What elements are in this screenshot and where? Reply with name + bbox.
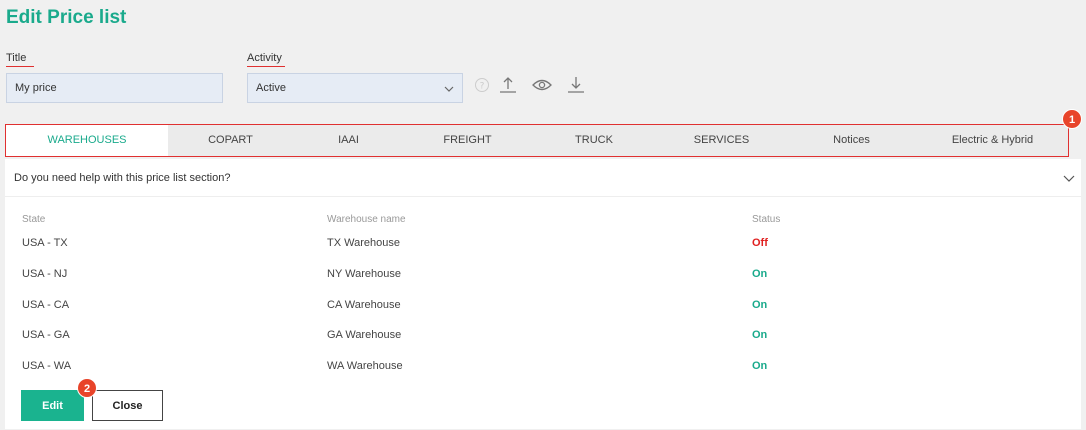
status-cell: On	[752, 299, 768, 311]
annotation-badge-1: 1	[1062, 109, 1082, 129]
annotation-badge-2: 2	[77, 378, 97, 398]
chevron-down-icon	[444, 86, 454, 92]
chevron-down-icon	[1063, 175, 1075, 182]
title-label-text: Title	[6, 52, 27, 64]
download-icon[interactable]	[564, 73, 588, 97]
warehouse-cell: NY Warehouse	[327, 268, 401, 280]
help-text: Do you need help with this price list se…	[14, 172, 231, 184]
tab-freight[interactable]: FREIGHT	[404, 125, 531, 156]
edit-button[interactable]: Edit	[21, 390, 84, 421]
state-cell: USA - NJ	[22, 268, 68, 280]
eye-icon[interactable]	[530, 73, 554, 97]
column-header-state: State	[22, 214, 46, 225]
state-cell: USA - WA	[22, 360, 72, 372]
close-button[interactable]: Close	[92, 390, 163, 421]
title-label-underline	[6, 66, 34, 67]
status-cell: Off	[752, 237, 768, 249]
status-cell: On	[752, 360, 768, 372]
warehouse-cell: GA Warehouse	[327, 329, 402, 341]
activity-select-value: Active	[256, 82, 286, 94]
title-label: Title	[6, 52, 34, 67]
page-title: Edit Price list	[6, 7, 127, 28]
warehouse-cell: TX Warehouse	[327, 237, 400, 249]
tab-iaai[interactable]: IAAI	[293, 125, 404, 156]
state-cell: USA - CA	[22, 299, 70, 311]
tab-electric-hybrid[interactable]: Electric & Hybrid	[917, 125, 1068, 156]
tab-warehouses[interactable]: WAREHOUSES	[6, 125, 168, 156]
column-header-warehouse: Warehouse name	[327, 214, 406, 225]
help-icon[interactable]: ?	[470, 73, 494, 97]
activity-label-underline	[247, 66, 285, 67]
warehouse-cell: WA Warehouse	[327, 360, 403, 372]
tab-bar: WAREHOUSES COPART IAAI FREIGHT TRUCK SER…	[5, 124, 1069, 157]
help-accordion[interactable]: Do you need help with this price list se…	[5, 159, 1081, 197]
tab-services[interactable]: SERVICES	[657, 125, 786, 156]
tab-copart[interactable]: COPART	[168, 125, 293, 156]
svg-text:?: ?	[480, 82, 485, 92]
state-cell: USA - TX	[22, 237, 68, 249]
state-cell: USA - GA	[22, 329, 70, 341]
tab-truck[interactable]: TRUCK	[531, 125, 657, 156]
status-cell: On	[752, 329, 768, 341]
status-cell: On	[752, 268, 768, 280]
column-header-status: Status	[752, 214, 781, 225]
upload-icon[interactable]	[496, 73, 520, 97]
activity-label-text: Activity	[247, 52, 282, 64]
warehouse-cell: CA Warehouse	[327, 299, 401, 311]
activity-label: Activity	[247, 52, 285, 67]
tab-notices[interactable]: Notices	[786, 125, 917, 156]
warehouses-panel: Do you need help with this price list se…	[5, 159, 1081, 429]
title-input[interactable]: My price	[6, 73, 223, 103]
activity-select[interactable]: Active	[247, 73, 463, 103]
